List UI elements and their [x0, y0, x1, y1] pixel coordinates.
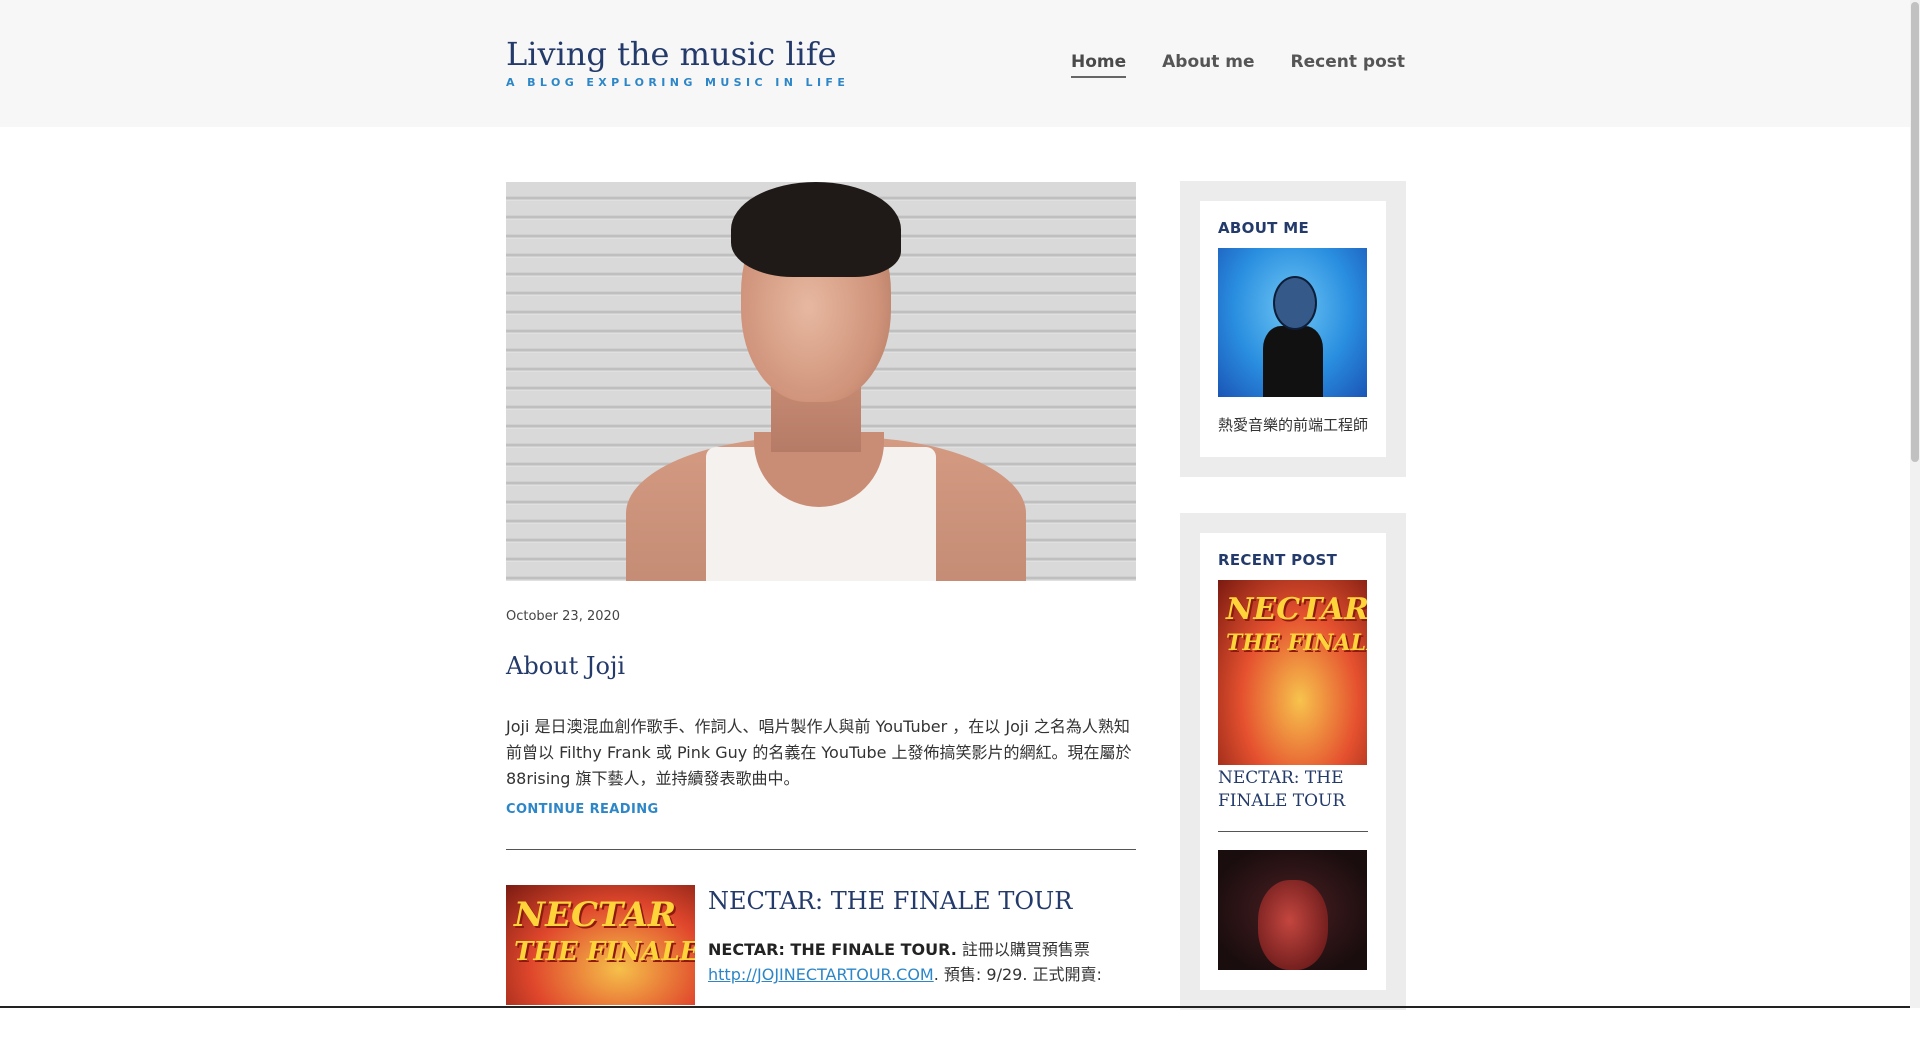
- about-me-widget: ABOUT ME 熱愛音樂的前端工程師: [1180, 181, 1406, 477]
- tour-link[interactable]: http://JOJINECTARTOUR.COM: [708, 965, 934, 984]
- recent-post-thumbnail-2[interactable]: [1218, 850, 1367, 970]
- continue-reading-link[interactable]: CONTINUE READING: [506, 802, 659, 817]
- recent-post-heading: RECENT POST: [1218, 551, 1338, 569]
- scrollbar-thumb[interactable]: [1911, 2, 1919, 462]
- featured-post-image[interactable]: [506, 182, 1136, 581]
- second-post-title[interactable]: NECTAR: THE FINALE TOUR: [708, 887, 1136, 915]
- thumb2-face: [1258, 880, 1328, 970]
- recent-post-title[interactable]: NECTAR: THE FINALE TOUR: [1218, 767, 1368, 813]
- featured-post: October 23, 2020 About Joji Joji 是日澳混血創作…: [506, 182, 1136, 817]
- site-title[interactable]: Living the music life: [506, 34, 849, 74]
- avatar: [1218, 248, 1367, 397]
- second-post-lead: NECTAR: THE FINALE TOUR.: [708, 940, 957, 959]
- sidebar: ABOUT ME 熱愛音樂的前端工程師 RECENT POST NECTAR T…: [1180, 181, 1406, 1046]
- nav-item-about-me[interactable]: About me: [1162, 52, 1254, 78]
- sb-thumb-text-finale: THE FINALE: [1226, 630, 1367, 656]
- sb-thumb-text-nectar: NECTAR: [1226, 592, 1367, 627]
- recent-post-divider: [1218, 831, 1368, 832]
- scrollbar[interactable]: [1910, 0, 1920, 1008]
- post-divider: [506, 849, 1136, 850]
- second-post-excerpt: NECTAR: THE FINALE TOUR. 註冊以購買預售票 http:/…: [708, 937, 1136, 987]
- nav-item-home[interactable]: Home: [1070, 52, 1127, 78]
- about-me-heading: ABOUT ME: [1218, 219, 1310, 237]
- nav-item-recent-post[interactable]: Recent post: [1291, 52, 1405, 78]
- second-post-lead-text: 註冊以購買預售票: [956, 940, 1090, 959]
- second-post-thumbnail[interactable]: NECTAR THE FINALE: [506, 885, 695, 1005]
- post-date: October 23, 2020: [506, 609, 621, 624]
- avatar-figure-body: [1263, 326, 1323, 397]
- second-post-trail: . 預售: 9/29. 正式開賣:: [933, 965, 1102, 984]
- main-nav: Home About me Recent post: [1070, 52, 1405, 78]
- thumb-text-finale: THE FINALE: [514, 937, 695, 967]
- site-tagline: A BLOG EXPLORING MUSIC IN LIFE: [506, 76, 850, 89]
- main-content: October 23, 2020 About Joji Joji 是日澳混血創作…: [506, 182, 1136, 1005]
- avatar-figure-head: [1273, 276, 1317, 330]
- second-post-body: NECTAR: THE FINALE TOUR NECTAR: THE FINA…: [708, 885, 1136, 1005]
- brand[interactable]: Living the music life A BLOG EXPLORING M…: [506, 34, 849, 89]
- second-post: NECTAR THE FINALE NECTAR: THE FINALE TOU…: [506, 885, 1136, 1005]
- post-title[interactable]: About Joji: [506, 652, 1136, 680]
- photo-hair: [731, 182, 901, 277]
- site-header: Living the music life A BLOG EXPLORING M…: [0, 0, 1910, 127]
- about-me-text: 熱愛音樂的前端工程師: [1218, 416, 1369, 434]
- thumb-text-nectar: NECTAR: [514, 895, 677, 935]
- recent-post-thumbnail[interactable]: NECTAR THE FINALE: [1218, 580, 1367, 765]
- post-excerpt: Joji 是日澳混血創作歌手、作詞人、唱片製作人與前 YouTuber ，在以 …: [506, 717, 1132, 788]
- recent-post-widget: RECENT POST NECTAR THE FINALE NECTAR: TH…: [1180, 513, 1406, 1010]
